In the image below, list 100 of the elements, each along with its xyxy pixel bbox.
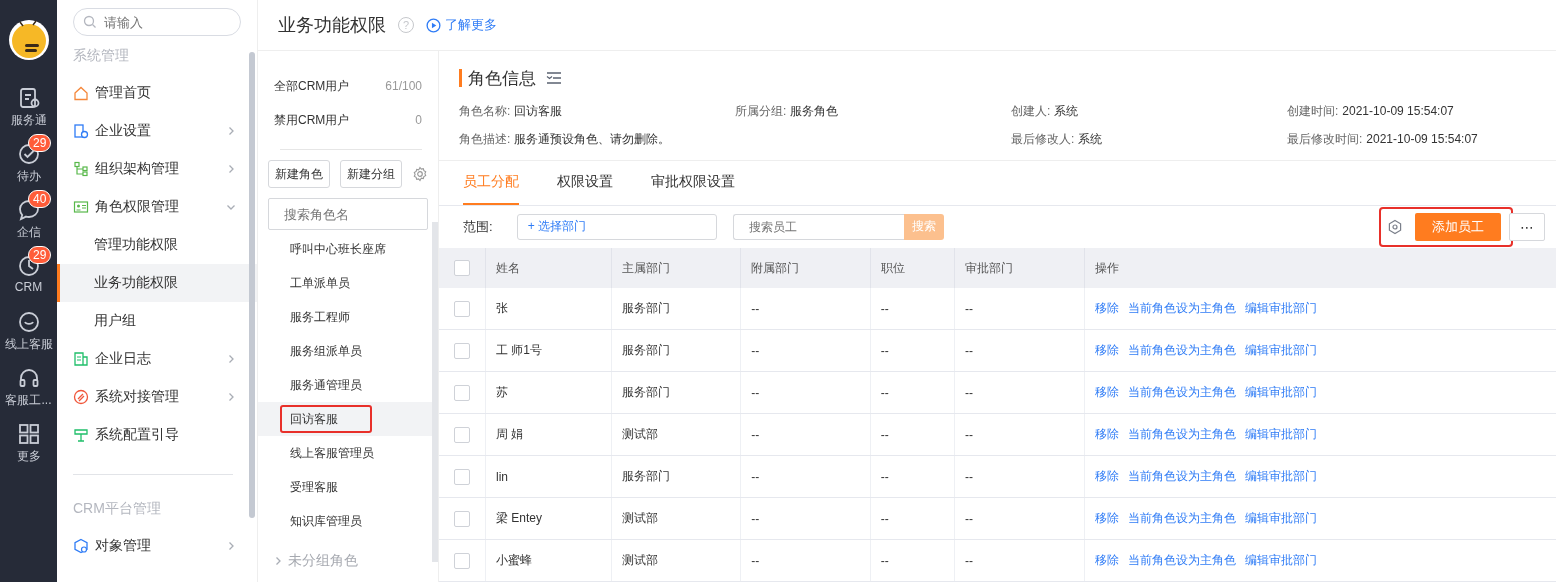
nav-item[interactable]: 角色权限管理 bbox=[57, 188, 257, 226]
action-link[interactable]: 移除 bbox=[1094, 343, 1119, 357]
scrollbar[interactable] bbox=[432, 222, 438, 562]
nav-item[interactable]: 企业日志 bbox=[57, 340, 257, 378]
table-cell: 梁 Entey bbox=[485, 497, 612, 540]
role-item[interactable]: 知识库管理员 bbox=[258, 504, 432, 538]
nav-item[interactable]: 系统对接管理 bbox=[57, 378, 257, 416]
nav-item[interactable]: 管理首页 bbox=[57, 74, 257, 112]
action-link[interactable]: 移除 bbox=[1094, 511, 1119, 525]
role-item[interactable]: 服务组派单员 bbox=[258, 334, 432, 368]
checkbox[interactable] bbox=[454, 552, 470, 569]
nav-subitem[interactable]: 用户组 bbox=[57, 302, 257, 340]
table-cell: 小蜜蜂 bbox=[485, 539, 612, 582]
role-item[interactable]: 工单派单员 bbox=[258, 266, 432, 300]
checkbox[interactable] bbox=[454, 260, 470, 276]
table-cell: -- bbox=[740, 371, 871, 414]
nav-item[interactable]: 系统配置引导 bbox=[57, 416, 257, 454]
action-link[interactable]: 当前角色设为主角色 bbox=[1127, 553, 1236, 567]
tab[interactable]: 权限设置 bbox=[557, 160, 613, 205]
new-button[interactable]: 新建角色 bbox=[268, 160, 330, 188]
rail-nav-item[interactable]: 线上客服 bbox=[0, 302, 57, 358]
play-icon bbox=[426, 17, 441, 33]
checkbox[interactable] bbox=[454, 384, 470, 401]
table-cell: -- bbox=[954, 371, 1085, 414]
search-icon bbox=[83, 15, 97, 29]
action-link[interactable]: 移除 bbox=[1094, 301, 1119, 315]
action-link[interactable]: 编辑审批部门 bbox=[1244, 343, 1317, 357]
action-link[interactable]: 编辑审批部门 bbox=[1244, 553, 1317, 567]
learn-more-link[interactable]: 了解更多 bbox=[426, 16, 497, 34]
table-cell: -- bbox=[954, 497, 1085, 540]
rail-nav-item[interactable]: 待办 29 bbox=[0, 134, 57, 190]
action-link[interactable]: 当前角色设为主角色 bbox=[1127, 301, 1236, 315]
action-link[interactable]: 编辑审批部门 bbox=[1244, 301, 1317, 315]
action-link[interactable]: 移除 bbox=[1094, 427, 1119, 441]
employee-search-field[interactable]: 搜索员工 bbox=[732, 213, 904, 240]
role-item[interactable]: 呼叫中心班长座席 bbox=[258, 232, 432, 266]
table-cell: 服务部门 bbox=[611, 371, 741, 414]
list-icon[interactable] bbox=[546, 71, 562, 85]
action-link[interactable]: 编辑审批部门 bbox=[1244, 427, 1317, 441]
role-item[interactable]: 回访客服 bbox=[258, 402, 432, 436]
nav-item[interactable]: 企业设置 bbox=[57, 112, 257, 150]
action-link[interactable]: 当前角色设为主角色 bbox=[1127, 343, 1236, 357]
checkbox[interactable] bbox=[454, 426, 470, 443]
user-count: 61/100 bbox=[385, 79, 422, 93]
rail-nav-item[interactable]: CRM 29 bbox=[0, 246, 57, 302]
checkbox[interactable] bbox=[454, 468, 470, 485]
role-item[interactable]: 服务通管理员 bbox=[258, 368, 432, 402]
user-count-label: 禁用CRM用户 bbox=[274, 111, 350, 129]
column-header: 附属部门 bbox=[740, 248, 871, 288]
checkbox[interactable] bbox=[454, 342, 470, 359]
rail-nav-item[interactable]: 企信 40 bbox=[0, 190, 57, 246]
scrollbar[interactable] bbox=[249, 52, 255, 518]
table-cell: 测试部 bbox=[611, 497, 741, 540]
table-cell: 测试部 bbox=[611, 539, 741, 582]
action-link[interactable]: 移除 bbox=[1094, 385, 1119, 399]
action-link[interactable]: 移除 bbox=[1094, 469, 1119, 483]
checkbox[interactable] bbox=[454, 510, 470, 527]
user-count-row[interactable]: 全部CRM用户 61/100 bbox=[258, 69, 438, 103]
field-value: 回访客服 bbox=[514, 102, 563, 120]
select-department-button[interactable]: + 选择部门 bbox=[516, 213, 717, 240]
role-item[interactable]: 服务工程师 bbox=[258, 300, 432, 334]
house-icon bbox=[73, 85, 89, 101]
role-item[interactable]: 受理客服 bbox=[258, 470, 432, 504]
action-link[interactable]: 编辑审批部门 bbox=[1244, 511, 1317, 525]
action-link[interactable]: 当前角色设为主角色 bbox=[1127, 511, 1236, 525]
checkbox[interactable] bbox=[454, 300, 470, 317]
action-link[interactable]: 当前角色设为主角色 bbox=[1127, 385, 1236, 399]
nav-subitem[interactable]: 业务功能权限 bbox=[57, 264, 257, 302]
tab[interactable]: 审批权限设置 bbox=[651, 160, 735, 205]
table-cell: -- bbox=[870, 497, 955, 540]
table-cell: -- bbox=[870, 288, 955, 330]
user-count-row[interactable]: 禁用CRM用户 0 bbox=[258, 103, 438, 137]
role-search-field[interactable]: 搜索角色名 bbox=[268, 198, 428, 230]
table-cell: -- bbox=[740, 288, 871, 330]
rail-nav-item[interactable]: 更多 bbox=[0, 414, 57, 470]
table-cell: 测试部 bbox=[611, 413, 741, 456]
table-cell: 周 娟 bbox=[485, 413, 612, 456]
field-value: 服务通预设角色、请勿删除。 bbox=[514, 130, 671, 148]
nav-item[interactable]: 对象管理 bbox=[57, 527, 257, 565]
org-chart-icon bbox=[73, 161, 89, 177]
action-link[interactable]: 编辑审批部门 bbox=[1244, 385, 1317, 399]
table-cell: -- bbox=[740, 413, 871, 456]
nav-item[interactable]: 组织架构管理 bbox=[57, 150, 257, 188]
more-button[interactable]: ⋯ bbox=[1509, 212, 1545, 241]
settings-icon[interactable] bbox=[412, 166, 428, 182]
action-link[interactable]: 编辑审批部门 bbox=[1244, 469, 1317, 483]
building-icon bbox=[73, 123, 89, 139]
hexagon-icon[interactable] bbox=[1387, 218, 1403, 235]
action-link[interactable]: 当前角色设为主角色 bbox=[1127, 469, 1236, 483]
search-field[interactable]: 请输入 bbox=[73, 8, 241, 36]
column-header: 职位 bbox=[870, 248, 955, 288]
field-label: 创建人: bbox=[1011, 102, 1051, 120]
nav-subitem[interactable]: 管理功能权限 bbox=[57, 226, 257, 264]
rail-nav-item[interactable]: 客服工... bbox=[0, 358, 57, 414]
role-item[interactable]: 线上客服管理员 bbox=[258, 436, 432, 470]
table-cell: 服务部门 bbox=[611, 329, 741, 372]
rail-nav-item[interactable]: 服务通 bbox=[0, 78, 57, 134]
action-link[interactable]: 当前角色设为主角色 bbox=[1127, 427, 1236, 441]
new-button[interactable]: 新建分组 bbox=[340, 160, 402, 188]
action-link[interactable]: 移除 bbox=[1094, 553, 1119, 567]
